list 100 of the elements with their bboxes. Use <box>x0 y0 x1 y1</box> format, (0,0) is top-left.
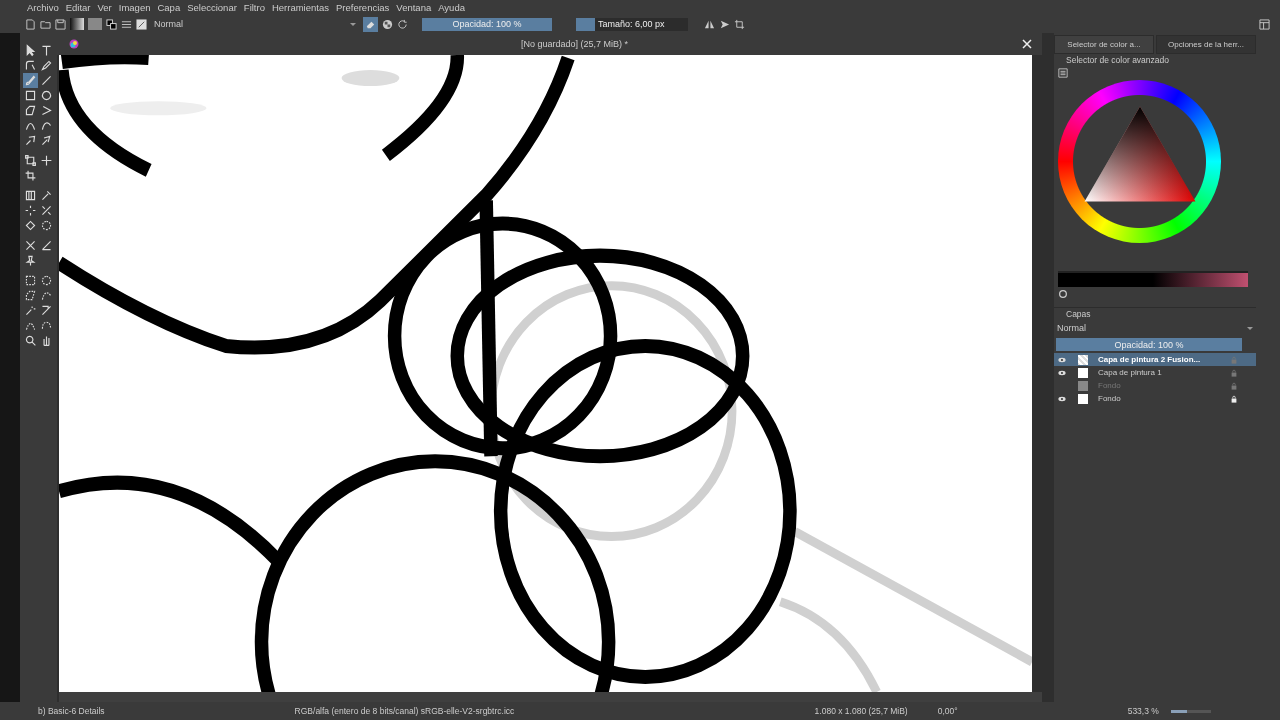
zoom-icon <box>24 334 37 347</box>
transform-icon <box>24 154 37 167</box>
zoom-tool-button[interactable] <box>23 333 38 348</box>
polyline-icon <box>40 104 53 117</box>
layer-row[interactable]: Fondo <box>1054 392 1256 405</box>
move-icon <box>40 154 53 167</box>
crop-icon <box>24 169 37 182</box>
document-title: [No guardado] (25,7 MiB) * <box>521 39 629 49</box>
brush-preset-icon[interactable] <box>136 18 147 30</box>
rect-select-tool-button[interactable] <box>23 273 38 288</box>
layout-icon[interactable] <box>1259 18 1270 30</box>
zoom-slider[interactable] <box>1170 709 1211 713</box>
crop-icon[interactable] <box>734 18 745 30</box>
picker-icon <box>40 189 53 202</box>
blend-mode-dropdown[interactable]: Normal <box>151 17 359 31</box>
save-icon[interactable] <box>55 18 66 30</box>
layer-opacity-slider[interactable]: Opacidad: 100 % <box>1056 338 1242 351</box>
layer-name: Capa de pintura 2 Fusion... <box>1098 355 1202 364</box>
menu-item[interactable]: Herramientas <box>271 2 329 13</box>
menu-item[interactable]: Seleccionar <box>187 2 237 13</box>
ellipse-tool-button[interactable] <box>39 88 54 103</box>
sliders-icon[interactable] <box>121 18 132 30</box>
measure-tool-button[interactable] <box>39 238 54 253</box>
lock-icon[interactable] <box>1230 394 1238 403</box>
menu-item[interactable]: Imagen <box>118 2 151 13</box>
eye-icon[interactable] <box>1058 394 1066 403</box>
play-icon[interactable] <box>719 18 730 30</box>
fill-icon <box>24 219 37 232</box>
text-tool-button[interactable] <box>39 43 54 58</box>
folder-icon[interactable] <box>40 18 51 30</box>
layer-name: Capa de pintura 1 <box>1098 368 1163 377</box>
brush-icon <box>24 74 37 87</box>
menu-item[interactable]: Ver <box>97 2 112 13</box>
menu-item[interactable]: Capa <box>157 2 181 13</box>
zoom-label: 533,3 % <box>1127 706 1159 716</box>
shape-edit-tool-button[interactable] <box>23 58 38 73</box>
pan-icon <box>40 334 53 347</box>
free-select-icon <box>40 289 53 302</box>
color-swap-icon[interactable] <box>106 18 117 30</box>
image-size-label: 1.080 x 1.080 (25,7 MiB) <box>814 706 908 716</box>
ellipse-select-icon <box>40 274 53 287</box>
gradient-icon <box>24 189 37 202</box>
layer-row[interactable]: Capa de pintura 2 Fusion... <box>1054 353 1256 366</box>
menu-item[interactable]: Editar <box>65 2 91 13</box>
close-icon[interactable] <box>1022 39 1032 49</box>
enclose-tool-button[interactable] <box>39 218 54 233</box>
reference-tool-button[interactable] <box>23 253 38 268</box>
rect-tool-button[interactable] <box>23 88 38 103</box>
menu-item[interactable]: Preferencias <box>336 2 390 13</box>
rect-select-icon <box>24 274 37 287</box>
layer-thumbnail <box>1078 380 1088 391</box>
fill-tool-button[interactable] <box>23 218 38 233</box>
menu-item[interactable]: Filtro <box>243 2 265 13</box>
list-icon[interactable] <box>1058 68 1068 78</box>
color-space-label: RGB/alfa (entero de 8 bits/canal) sRGB-elle-V2-srgbtrc.icc <box>294 706 516 716</box>
pen-tool-button[interactable] <box>39 58 54 73</box>
gradient-swatch[interactable] <box>70 18 84 30</box>
polygon-icon <box>24 104 37 117</box>
blend-mode-dropdown[interactable]: Normal <box>1054 322 1256 334</box>
poly-select-tool-button[interactable] <box>23 288 38 303</box>
reload-icon[interactable] <box>397 18 408 30</box>
polygon-tool-button[interactable] <box>23 103 38 118</box>
move-tool-button[interactable] <box>39 153 54 168</box>
transform-tool-button[interactable] <box>23 153 38 168</box>
new-document-icon[interactable] <box>25 18 36 30</box>
app-logo-icon <box>69 39 79 49</box>
ellipse-select-tool-button[interactable] <box>39 273 54 288</box>
brush-preset-name: b) Basic-6 Details <box>38 706 105 716</box>
line-tool-button[interactable] <box>39 73 54 88</box>
rect-icon <box>24 89 37 102</box>
gradient-tool-button[interactable] <box>23 188 38 203</box>
measure-icon <box>40 239 53 252</box>
layer-row[interactable]: Capa de pintura 1 <box>1054 366 1256 379</box>
menu-item[interactable]: Archivo <box>27 2 59 13</box>
menu-item[interactable]: Ventana <box>396 2 432 13</box>
mirror-icon[interactable] <box>704 18 715 30</box>
layer-thumbnail <box>1078 393 1088 404</box>
eye-icon[interactable] <box>1058 355 1066 364</box>
menu-item[interactable]: Ayuda <box>438 2 465 13</box>
text-icon <box>40 44 53 57</box>
dock-tab[interactable]: Opciones de la herr... <box>1156 35 1256 54</box>
shape-edit-icon <box>24 59 37 72</box>
color-history-strip[interactable] <box>1058 271 1248 287</box>
opacity-slider[interactable]: Opacidad: 100 % <box>422 17 552 31</box>
pattern-swatch[interactable] <box>88 18 102 30</box>
size-slider[interactable]: Tamaño: 6,00 px <box>576 17 688 31</box>
eraser-icon[interactable] <box>363 16 378 32</box>
horizontal-scrollbar[interactable] <box>59 692 1042 702</box>
reset-icon[interactable] <box>1058 289 1068 299</box>
crop-tool-button[interactable] <box>23 168 38 183</box>
layer-thumbnail <box>1078 354 1088 365</box>
panel-title: Capas <box>1066 309 1091 319</box>
rotation-label: 0,00° <box>937 706 958 716</box>
polyline-tool-button[interactable] <box>39 103 54 118</box>
dock-tab[interactable]: Selector de color a... <box>1054 35 1154 54</box>
line-icon <box>40 74 53 87</box>
eye-icon[interactable] <box>1058 368 1066 377</box>
layer-name: Fondo <box>1098 394 1122 403</box>
layer-thumbnail <box>1078 367 1088 378</box>
picker-tool-button[interactable] <box>39 188 54 203</box>
